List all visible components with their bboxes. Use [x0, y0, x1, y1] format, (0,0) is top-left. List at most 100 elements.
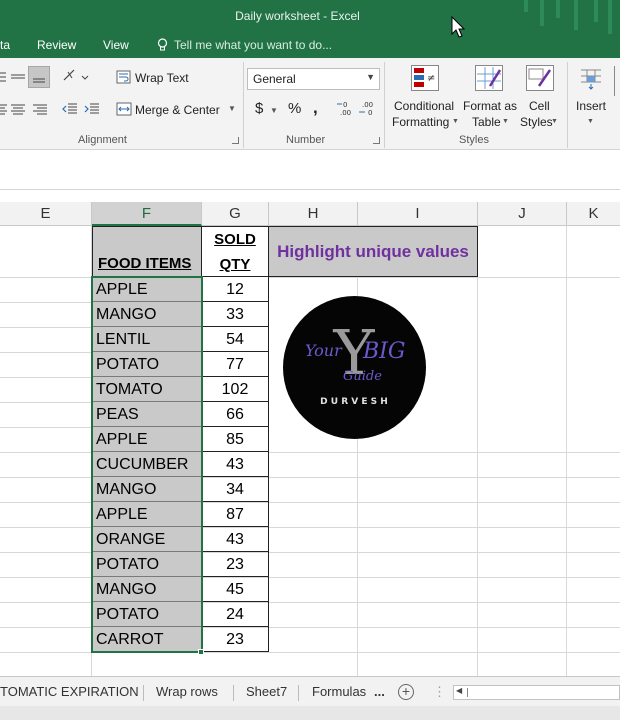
- grid-line: [0, 427, 92, 428]
- tab-divider: [298, 685, 299, 701]
- scroll-left-icon[interactable]: ◀: [456, 686, 462, 695]
- insert-button[interactable]: Insert: [576, 99, 606, 113]
- cell-styles-label-1[interactable]: Cell: [529, 99, 550, 113]
- format-as-table-icon[interactable]: [475, 65, 503, 91]
- more-sheets-button[interactable]: ...: [374, 684, 385, 699]
- alignment-launcher-icon[interactable]: [232, 137, 239, 144]
- align-center-icon[interactable]: [10, 102, 26, 119]
- cell-styles-icon[interactable]: [526, 65, 554, 91]
- scroll-thumb[interactable]: [467, 688, 468, 697]
- wrap-text-icon[interactable]: [116, 69, 132, 88]
- qty-cell[interactable]: 85: [202, 427, 269, 452]
- decrease-decimal-icon[interactable]: .00 0: [359, 98, 379, 121]
- grid-line: [477, 226, 478, 676]
- percent-button[interactable]: %: [288, 100, 301, 117]
- column-header-h[interactable]: H: [269, 202, 358, 226]
- column-header-g[interactable]: G: [202, 202, 269, 226]
- title-bar: Daily worksheet - Excel: [0, 0, 620, 34]
- grid-line: [269, 277, 620, 278]
- qty-cell[interactable]: 43: [202, 527, 269, 552]
- tab-review[interactable]: Review: [37, 38, 76, 52]
- qty-cell[interactable]: 33: [202, 302, 269, 327]
- formula-bar-area[interactable]: [0, 150, 620, 190]
- currency-dropdown-icon[interactable]: ▼: [270, 106, 278, 115]
- increase-decimal-icon[interactable]: 0.00: [337, 98, 357, 121]
- number-format-select[interactable]: General ▼: [247, 68, 380, 90]
- chevron-down-icon[interactable]: ▼: [502, 118, 509, 125]
- channel-logo: Y Your BIG Guide D U R V E S H: [283, 296, 426, 439]
- group-label-styles: Styles: [459, 134, 489, 146]
- qty-cell[interactable]: 66: [202, 402, 269, 427]
- logo-script-your: Your: [305, 341, 343, 360]
- qty-cell[interactable]: 77: [202, 352, 269, 377]
- tell-me-box[interactable]: Tell me what you want to do...: [174, 38, 332, 52]
- title-decoration: [540, 0, 544, 26]
- chevron-down-icon[interactable]: ▼: [587, 118, 594, 125]
- tab-view[interactable]: View: [103, 38, 129, 52]
- sheet-tab-automatic-expiration[interactable]: TOMATIC EXPIRATION: [0, 684, 139, 699]
- qty-cell[interactable]: 102: [202, 377, 269, 402]
- align-middle-icon[interactable]: [10, 70, 26, 87]
- column-header-i[interactable]: I: [358, 202, 478, 226]
- conditional-formatting-label-1[interactable]: Conditional: [394, 99, 454, 113]
- add-sheet-icon[interactable]: +: [398, 684, 414, 700]
- conditional-formatting-icon[interactable]: ≠: [411, 65, 439, 91]
- column-header-e[interactable]: E: [0, 202, 92, 226]
- format-as-table-label-1[interactable]: Format as: [463, 99, 517, 113]
- insert-cells-icon[interactable]: [579, 66, 603, 93]
- currency-button[interactable]: $: [255, 100, 263, 117]
- svg-text:≠: ≠: [427, 73, 435, 84]
- tab-divider: [143, 685, 144, 701]
- conditional-formatting-label-2[interactable]: Formatting: [392, 115, 449, 129]
- merge-dropdown-icon[interactable]: ▼: [228, 104, 236, 113]
- qty-cell[interactable]: 34: [202, 477, 269, 502]
- svg-text:.00: .00: [340, 109, 351, 117]
- fill-handle[interactable]: [198, 649, 204, 655]
- delete-cells-icon[interactable]: [614, 66, 620, 96]
- column-header-bar: E F G H I J K: [0, 202, 620, 226]
- grid-line: [0, 452, 92, 453]
- comma-button[interactable]: ,: [313, 98, 318, 118]
- increase-indent-icon[interactable]: [84, 101, 100, 120]
- sheet-tab-formulas[interactable]: Formulas: [312, 684, 366, 699]
- tab-data[interactable]: ta: [0, 38, 10, 52]
- cell-styles-label-2[interactable]: Styles: [520, 115, 553, 129]
- qty-cell[interactable]: 43: [202, 452, 269, 477]
- qty-cell[interactable]: 12: [202, 277, 269, 302]
- merge-center-icon[interactable]: [116, 101, 132, 120]
- column-header-j[interactable]: J: [478, 202, 567, 226]
- column-header-f[interactable]: F: [92, 202, 202, 226]
- align-right-icon[interactable]: [32, 102, 48, 119]
- orientation-icon[interactable]: [62, 68, 90, 87]
- splitter-icon[interactable]: ⋮: [433, 684, 446, 700]
- decrease-indent-icon[interactable]: [62, 101, 78, 120]
- grid-line: [0, 277, 92, 278]
- format-as-table-label-2[interactable]: Table: [472, 115, 501, 129]
- qty-cell[interactable]: 24: [202, 602, 269, 627]
- status-bar: [0, 706, 620, 720]
- number-launcher-icon[interactable]: [373, 137, 380, 144]
- chevron-down-icon[interactable]: ▼: [551, 118, 558, 125]
- chevron-down-icon[interactable]: ▼: [452, 118, 459, 125]
- wrap-text-button[interactable]: Wrap Text: [135, 71, 189, 85]
- group-divider: [567, 62, 568, 148]
- qty-cell[interactable]: 45: [202, 577, 269, 602]
- align-left-icon[interactable]: [0, 102, 8, 119]
- qty-cell[interactable]: 54: [202, 327, 269, 352]
- group-label-alignment: Alignment: [78, 134, 127, 146]
- highlight-note-cell[interactable]: Highlight unique values: [269, 226, 478, 277]
- sheet-tab-wrap-rows[interactable]: Wrap rows: [156, 684, 218, 699]
- column-header-k[interactable]: K: [567, 202, 620, 226]
- merge-center-button[interactable]: Merge & Center: [135, 103, 220, 117]
- group-label-number: Number: [286, 134, 326, 146]
- horizontal-scrollbar[interactable]: ◀: [453, 685, 620, 700]
- qty-cell[interactable]: 23: [202, 552, 269, 577]
- qty-cell[interactable]: 87: [202, 502, 269, 527]
- mouse-cursor-icon: [451, 15, 466, 43]
- qty-cell[interactable]: 23: [202, 627, 269, 652]
- header-sold-qty[interactable]: SOLD QTY: [202, 226, 269, 277]
- title-decoration: [556, 0, 560, 18]
- sheet-tab-sheet7[interactable]: Sheet7: [246, 684, 287, 699]
- align-bottom-icon[interactable]: [28, 66, 50, 88]
- header-food-items[interactable]: FOOD ITEMS: [92, 226, 202, 277]
